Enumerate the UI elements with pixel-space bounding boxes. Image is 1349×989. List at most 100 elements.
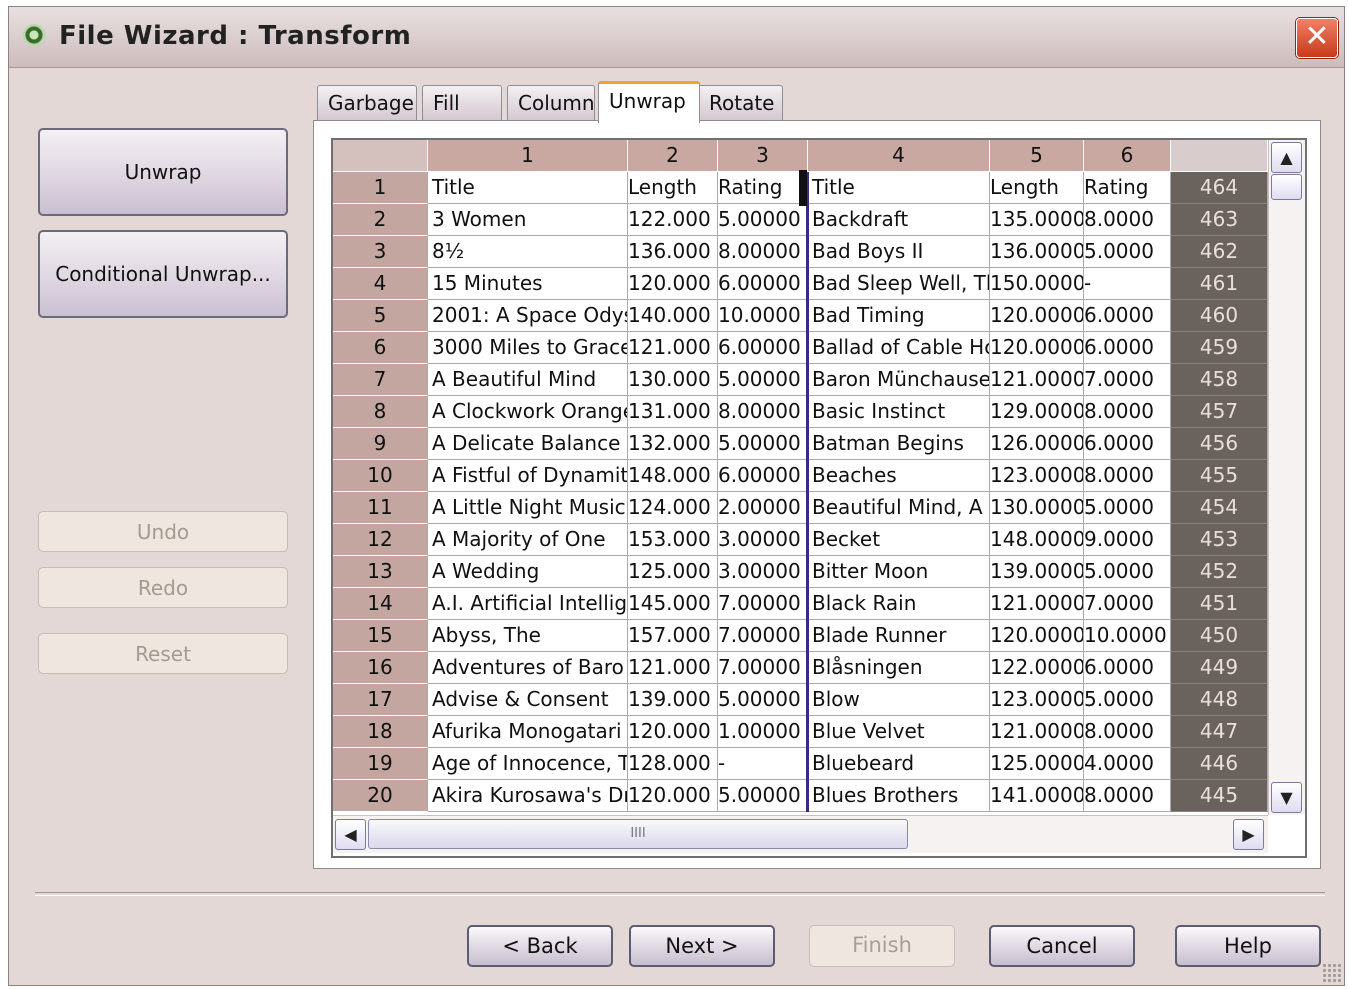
row-index-cell[interactable]: 447 [1171, 716, 1268, 748]
table-cell[interactable]: Backdraft [808, 204, 990, 236]
tab-rotate[interactable]: Rotate [698, 85, 783, 120]
horizontal-scrollbar[interactable]: ◀ IIII ▶ [333, 815, 1268, 853]
table-cell[interactable]: 131.000 [628, 396, 718, 428]
row-header[interactable]: 8 [333, 396, 428, 428]
table-cell[interactable]: 121.000 [628, 332, 718, 364]
finish-button[interactable]: Finish [809, 925, 955, 967]
column-header[interactable]: 4 [808, 140, 990, 172]
table-cell[interactable]: 8.00000 [718, 236, 808, 268]
table-cell[interactable]: 6.00000 [718, 460, 808, 492]
unwrap-button[interactable]: Unwrap [38, 128, 288, 216]
table-cell[interactable]: 120.0000 [990, 332, 1084, 364]
column-header[interactable]: 6 [1084, 140, 1171, 172]
table-cell[interactable]: 5.00000 [718, 428, 808, 460]
row-index-cell[interactable]: 462 [1171, 236, 1268, 268]
table-cell[interactable]: 4.0000 [1084, 748, 1171, 780]
table-cell[interactable]: 7.00000 [718, 588, 808, 620]
table-cell[interactable]: 125.000 [628, 556, 718, 588]
table-cell[interactable]: 6.00000 [718, 268, 808, 300]
vertical-scroll-thumb[interactable] [1271, 174, 1302, 200]
row-header[interactable]: 5 [333, 300, 428, 332]
table-cell[interactable]: 5.00000 [718, 780, 808, 812]
table-cell[interactable]: 7.0000 [1084, 364, 1171, 396]
row-header[interactable]: 13 [333, 556, 428, 588]
table-cell[interactable]: 140.000 [628, 300, 718, 332]
table-cell[interactable]: 8.0000 [1084, 396, 1171, 428]
row-header[interactable]: 19 [333, 748, 428, 780]
row-index-cell[interactable]: 452 [1171, 556, 1268, 588]
table-cell[interactable]: 120.000 [628, 268, 718, 300]
row-header[interactable]: 12 [333, 524, 428, 556]
table-cell[interactable]: Batman Begins [808, 428, 990, 460]
table-cell[interactable]: 8.0000 [1084, 780, 1171, 812]
table-cell[interactable]: 121.0000 [990, 716, 1084, 748]
table-cell[interactable]: - [1084, 268, 1171, 300]
row-index-cell[interactable]: 458 [1171, 364, 1268, 396]
table-cell[interactable]: Black Rain [808, 588, 990, 620]
row-header[interactable]: 17 [333, 684, 428, 716]
table-cell[interactable]: Baron Münchause [808, 364, 990, 396]
row-header[interactable]: 15 [333, 620, 428, 652]
table-cell[interactable]: Basic Instinct [808, 396, 990, 428]
table-cell[interactable]: 5.0000 [1084, 492, 1171, 524]
table-cell[interactable]: Becket [808, 524, 990, 556]
table-cell[interactable]: 6.0000 [1084, 428, 1171, 460]
table-cell[interactable]: Bad Timing [808, 300, 990, 332]
table-cell[interactable]: 139.0000 [990, 556, 1084, 588]
table-cell[interactable]: A Little Night Music [428, 492, 628, 524]
column-header[interactable]: 5 [990, 140, 1084, 172]
table-cell[interactable]: 136.000 [628, 236, 718, 268]
table-cell[interactable]: 6.0000 [1084, 652, 1171, 684]
table-cell[interactable]: 122.000 [628, 204, 718, 236]
table-cell[interactable]: 136.0000 [990, 236, 1084, 268]
close-button[interactable]: ✕ [1296, 18, 1338, 58]
resize-grip-icon[interactable] [1322, 963, 1342, 983]
table-cell[interactable]: Afurika Monogatari [428, 716, 628, 748]
table-cell[interactable]: 7.00000 [718, 620, 808, 652]
row-header[interactable]: 2 [333, 204, 428, 236]
next-button[interactable]: Next > [629, 925, 775, 967]
scroll-right-icon[interactable]: ▶ [1233, 819, 1264, 850]
table-cell[interactable]: Beautiful Mind, A [808, 492, 990, 524]
table-cell[interactable]: 7.00000 [718, 652, 808, 684]
table-cell[interactable]: 129.0000 [990, 396, 1084, 428]
table-cell[interactable]: A Wedding [428, 556, 628, 588]
table-cell[interactable]: 1.00000 [718, 716, 808, 748]
table-cell[interactable]: A Majority of One [428, 524, 628, 556]
table-cell[interactable]: A.I. Artificial Intellig [428, 588, 628, 620]
table-cell[interactable]: Blåsningen [808, 652, 990, 684]
table-cell[interactable]: 150.0000 [990, 268, 1084, 300]
table-cell[interactable]: 139.000 [628, 684, 718, 716]
table-cell[interactable]: Title [428, 172, 628, 204]
table-cell[interactable]: Advise & Consent [428, 684, 628, 716]
redo-button[interactable]: Redo [38, 567, 288, 608]
table-cell[interactable]: 8.00000 [718, 396, 808, 428]
table-cell[interactable]: Bitter Moon [808, 556, 990, 588]
table-cell[interactable]: Age of Innocence, T [428, 748, 628, 780]
table-cell[interactable]: Blade Runner [808, 620, 990, 652]
row-index-cell[interactable]: 449 [1171, 652, 1268, 684]
back-button[interactable]: < Back [467, 925, 613, 967]
row-header[interactable]: 7 [333, 364, 428, 396]
table-cell[interactable]: 124.000 [628, 492, 718, 524]
row-index-cell[interactable]: 451 [1171, 588, 1268, 620]
table-cell[interactable]: 121.000 [628, 652, 718, 684]
row-index-cell[interactable]: 445 [1171, 780, 1268, 812]
table-cell[interactable]: 3.00000 [718, 524, 808, 556]
table-cell[interactable]: 121.0000 [990, 364, 1084, 396]
table-cell[interactable]: 10.0000 [718, 300, 808, 332]
table-cell[interactable]: 120.0000 [990, 620, 1084, 652]
row-index-cell[interactable]: 461 [1171, 268, 1268, 300]
table-cell[interactable]: 8.0000 [1084, 716, 1171, 748]
table-cell[interactable]: Bad Boys II [808, 236, 990, 268]
table-cell[interactable]: 126.0000 [990, 428, 1084, 460]
table-cell[interactable]: A Beautiful Mind [428, 364, 628, 396]
table-cell[interactable]: 135.0000 [990, 204, 1084, 236]
undo-button[interactable]: Undo [38, 511, 288, 552]
conditional-unwrap-button[interactable]: Conditional Unwrap... [38, 230, 288, 318]
table-cell[interactable]: 8½ [428, 236, 628, 268]
column-header[interactable]: 1 [428, 140, 628, 172]
table-cell[interactable]: 141.0000 [990, 780, 1084, 812]
table-cell[interactable]: 148.0000 [990, 524, 1084, 556]
table-cell[interactable]: 148.000 [628, 460, 718, 492]
